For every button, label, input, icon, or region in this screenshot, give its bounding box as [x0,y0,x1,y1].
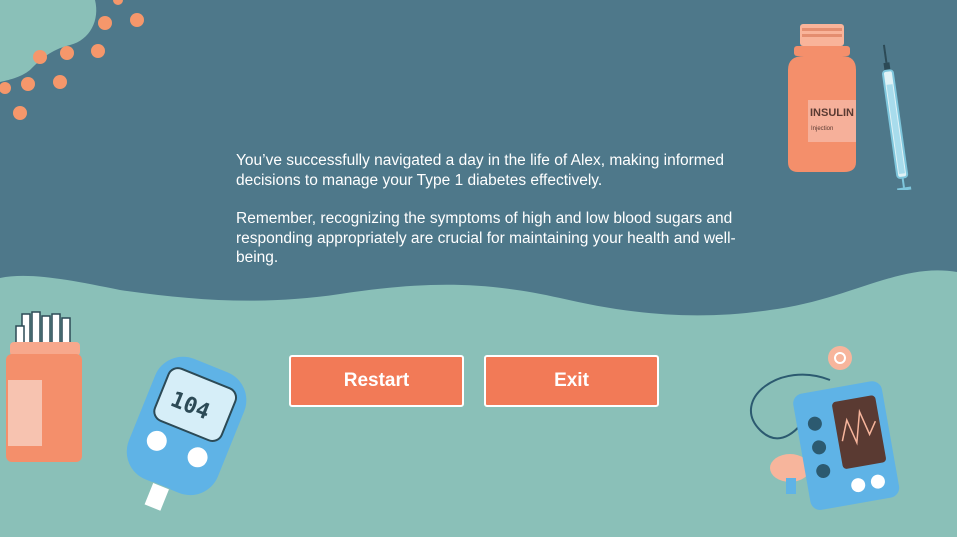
insulin-pump-icon [750,346,900,510]
svg-text:Injection: Injection [811,126,833,132]
test-strip-jar-icon [6,311,82,462]
syringe-icon [881,44,912,190]
glucose-meter-icon: 104 [126,356,247,513]
svg-text:INSULIN: INSULIN [810,107,854,119]
insulin-bottle-icon: INSULIN Injection [788,24,912,190]
exit-button[interactable]: Exit [484,355,659,407]
restart-button[interactable]: Restart [289,355,464,407]
message-paragraph-summary: You’ve successfully navigated a day in t… [236,152,724,189]
message-paragraph-reminder: Remember, recognizing the symptoms of hi… [236,210,736,266]
completion-message: You’ve successfully navigated a day in t… [236,151,756,287]
